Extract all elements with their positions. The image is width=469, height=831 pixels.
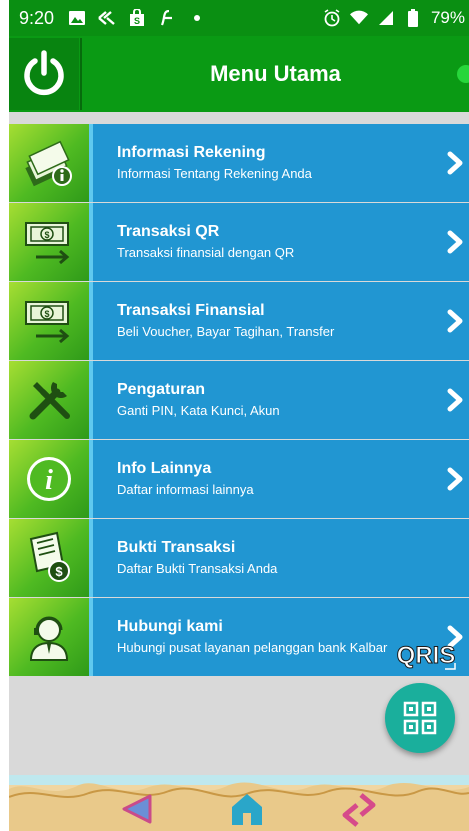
menu-item-pengaturan[interactable]: Pengaturan Ganti PIN, Kata Kunci, Akun [9, 361, 469, 439]
alarm-icon [323, 9, 341, 27]
svg-text:S: S [134, 16, 140, 26]
receipt-icon: $ [9, 519, 93, 597]
menu-item-subtitle: Daftar informasi lainnya [117, 482, 254, 497]
money-transfer-icon: $ [9, 203, 93, 281]
menu-item-title: Hubungi kami [117, 618, 223, 635]
chevron-right-icon [447, 309, 463, 333]
signal-icon [377, 9, 395, 27]
customer-service-icon [9, 598, 93, 676]
qr-code-icon [403, 701, 437, 735]
dot-icon [188, 9, 206, 27]
svg-text:$: $ [44, 309, 49, 319]
menu-item-bukti-transaksi[interactable]: $ Bukti Transaksi Daftar Bukti Transaksi… [9, 519, 469, 597]
menu-item-subtitle: Daftar Bukti Transaksi Anda [117, 561, 278, 576]
tools-icon [9, 361, 93, 439]
switch-button[interactable] [339, 789, 379, 829]
menu-item-title: Bukti Transaksi [117, 539, 236, 556]
power-icon [24, 50, 64, 96]
scan-qr-button[interactable] [385, 683, 455, 753]
menu-item-transaksi-qr[interactable]: $ Transaksi QR Transaksi finansial denga… [9, 203, 469, 281]
back-button[interactable] [117, 789, 157, 829]
menu-item-informasi-rekening[interactable]: Informasi Rekening Informasi Tentang Rek… [9, 124, 469, 202]
kx-icon [98, 9, 116, 27]
info-icon: i [9, 440, 93, 518]
switch-icon [342, 793, 376, 827]
qris-label: QRIS [397, 642, 456, 669]
chevron-right-icon [447, 230, 463, 254]
battery-icon [404, 9, 422, 27]
menu-item-info-lainnya[interactable]: i Info Lainnya Daftar informasi lainnya [9, 440, 469, 518]
home-button[interactable] [227, 789, 267, 829]
power-button[interactable] [9, 38, 79, 110]
battery-percent: 79% [430, 8, 465, 27]
home-icon [232, 794, 262, 825]
menu-item-title: Transaksi Finansial [117, 302, 265, 319]
menu-item-subtitle: Ganti PIN, Kata Kunci, Akun [117, 403, 280, 418]
wifi-icon [349, 9, 368, 27]
menu-item-subtitle: Beli Voucher, Bayar Tagihan, Transfer [117, 324, 335, 339]
money-info-icon [9, 124, 93, 202]
menu-item-subtitle: Hubungi pusat layanan pelanggan bank Kal… [117, 640, 388, 655]
back-icon [122, 794, 152, 824]
chevron-right-icon [447, 467, 463, 491]
main-menu-list: Informasi Rekening Informasi Tentang Rek… [9, 124, 469, 677]
shopping-bag-icon: S [128, 9, 146, 27]
menu-item-subtitle: Informasi Tentang Rekening Anda [117, 166, 312, 181]
svg-text:$: $ [44, 230, 49, 240]
page-title: Menu Utama [210, 61, 341, 86]
menu-item-title: Informasi Rekening [117, 144, 266, 161]
notification-icons: S [68, 9, 206, 27]
flash-icon [158, 9, 176, 27]
system-icons: 79% [323, 8, 465, 28]
svg-text:i: i [45, 465, 53, 496]
status-bar: 9:20 S 79% [9, 0, 469, 36]
qris-logo: QRIS [391, 635, 461, 673]
bottom-navigation [9, 775, 469, 831]
svg-text:$: $ [55, 564, 63, 579]
image-icon [68, 9, 86, 27]
menu-item-title: Transaksi QR [117, 223, 220, 240]
menu-item-subtitle: Transaksi finansial dengan QR [117, 245, 295, 260]
status-time: 9:20 [19, 7, 55, 28]
app-header: Menu Utama [9, 36, 469, 112]
chevron-right-icon [447, 388, 463, 412]
menu-item-title: Pengaturan [117, 381, 206, 398]
menu-item-title: Info Lainnya [117, 460, 212, 477]
chevron-right-icon [447, 151, 463, 175]
money-transfer-icon: $ [9, 282, 93, 360]
app-screen: 9:20 S 79% Menu Utama Informasi Rekening… [9, 0, 469, 831]
menu-item-transaksi-finansial[interactable]: $ Transaksi Finansial Beli Voucher, Baya… [9, 282, 469, 360]
connection-status-indicator [457, 65, 469, 83]
